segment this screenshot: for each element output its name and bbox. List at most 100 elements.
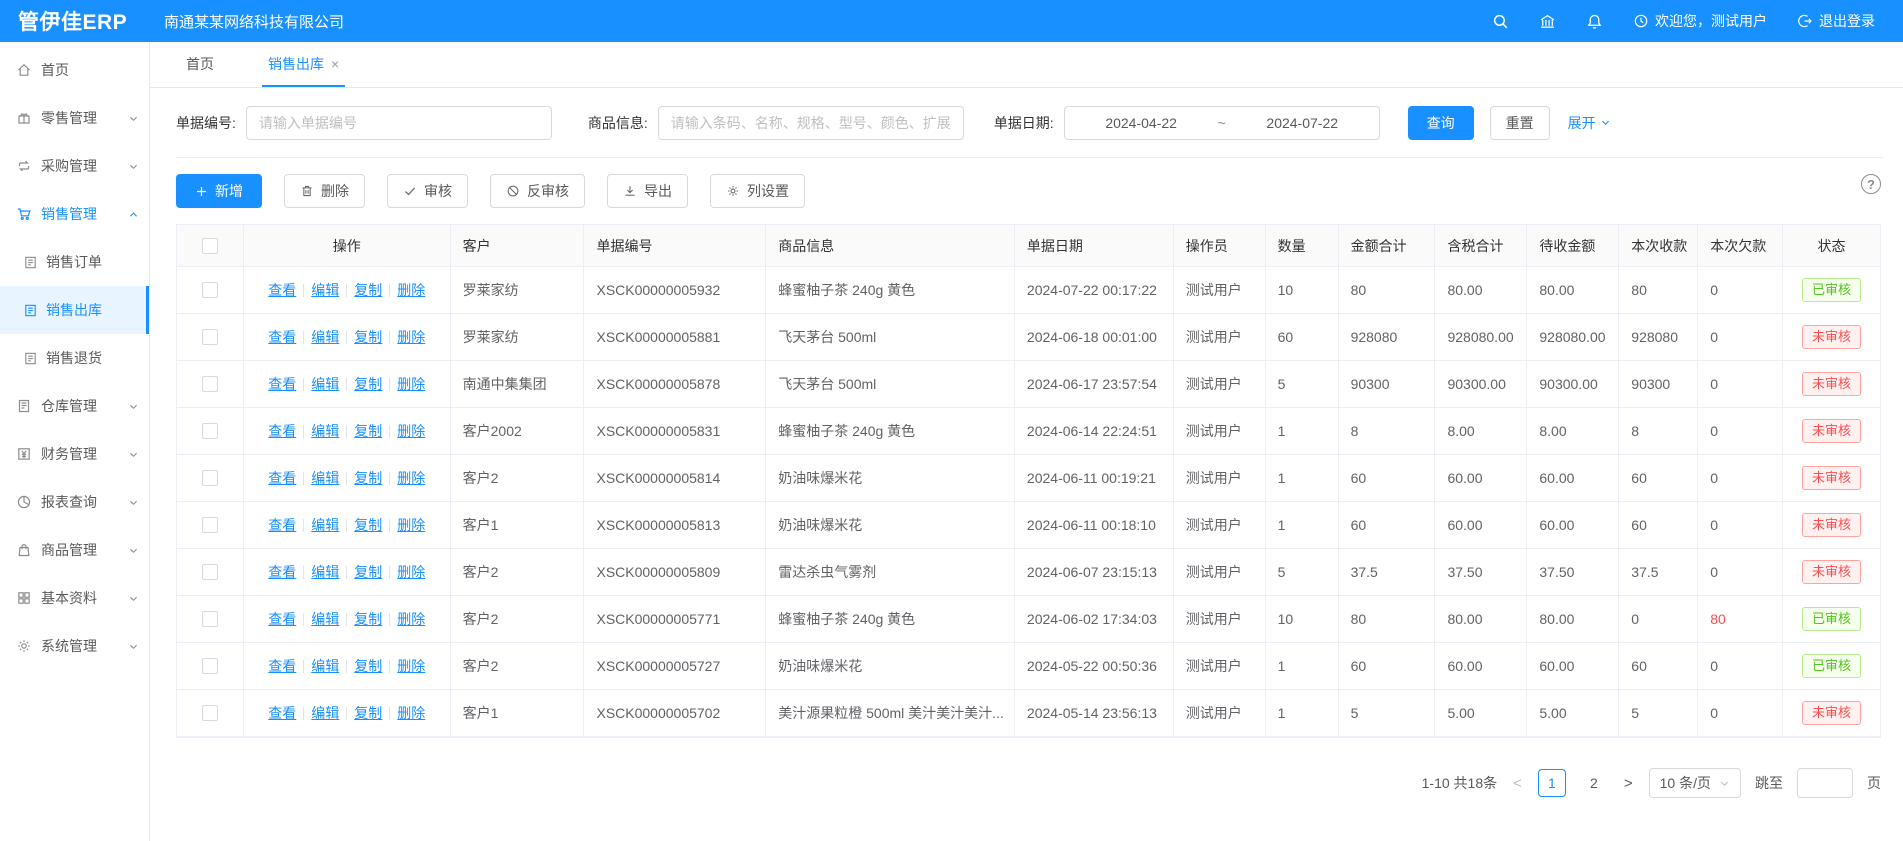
copy-link[interactable]: 复制 — [354, 515, 382, 535]
copy-link[interactable]: 复制 — [354, 703, 382, 723]
view-link[interactable]: 查看 — [268, 468, 296, 488]
tab-sales-outbound[interactable]: 销售出库 × — [262, 42, 345, 87]
sidebar-item-sales[interactable]: 销售管理 — [0, 190, 149, 238]
date-to[interactable]: 2024-07-22 — [1266, 115, 1338, 131]
edit-link[interactable]: 编辑 — [311, 562, 339, 582]
view-link[interactable]: 查看 — [268, 609, 296, 629]
add-button[interactable]: 新增 — [176, 174, 262, 208]
table-row: 查看 编辑 复制 删除 南通中集集团 XSCK00000005878 飞天茅台 … — [177, 361, 1880, 408]
sidebar-subitem-sales-outbound[interactable]: 销售出库 — [0, 286, 149, 334]
sidebar-subitem-sales-order[interactable]: 销售订单 — [0, 238, 149, 286]
delete-link[interactable]: 删除 — [397, 609, 425, 629]
edit-link[interactable]: 编辑 — [311, 421, 339, 441]
date-range-picker[interactable]: 2024-04-22 ~ 2024-07-22 — [1064, 106, 1380, 140]
row-checkbox[interactable] — [202, 611, 218, 627]
copy-link[interactable]: 复制 — [354, 421, 382, 441]
view-link[interactable]: 查看 — [268, 374, 296, 394]
sidebar-item-warehouse[interactable]: 仓库管理 — [0, 382, 149, 430]
row-checkbox[interactable] — [202, 705, 218, 721]
jump-page-input[interactable] — [1797, 768, 1853, 798]
unaudit-button[interactable]: 反审核 — [490, 174, 585, 208]
copy-link[interactable]: 复制 — [354, 280, 382, 300]
prev-page-icon[interactable]: < — [1511, 775, 1524, 792]
edit-link[interactable]: 编辑 — [311, 515, 339, 535]
edit-link[interactable]: 编辑 — [311, 327, 339, 347]
date-separator: ~ — [1218, 115, 1226, 131]
chevron-down-icon — [1600, 117, 1611, 128]
view-link[interactable]: 查看 — [268, 327, 296, 347]
delete-link[interactable]: 删除 — [397, 468, 425, 488]
user-welcome[interactable]: 欢迎您，测试用户 — [1633, 11, 1767, 31]
edit-link[interactable]: 编辑 — [311, 468, 339, 488]
page-size-select[interactable]: 10 条/页 — [1649, 768, 1741, 798]
sidebar-item-retail[interactable]: 零售管理 — [0, 94, 149, 142]
cell-operator: 测试用户 — [1174, 361, 1266, 407]
tab-home[interactable]: 首页 — [180, 42, 220, 87]
view-link[interactable]: 查看 — [268, 562, 296, 582]
expand-link[interactable]: 展开 — [1568, 113, 1611, 133]
sidebar-item-product[interactable]: 商品管理 — [0, 526, 149, 574]
row-checkbox[interactable] — [202, 658, 218, 674]
row-checkbox[interactable] — [202, 282, 218, 298]
row-checkbox[interactable] — [202, 470, 218, 486]
delete-link[interactable]: 删除 — [397, 327, 425, 347]
edit-link[interactable]: 编辑 — [311, 656, 339, 676]
delete-link[interactable]: 删除 — [397, 562, 425, 582]
page-1[interactable]: 1 — [1538, 769, 1566, 797]
row-checkbox[interactable] — [202, 376, 218, 392]
copy-link[interactable]: 复制 — [354, 562, 382, 582]
next-page-icon[interactable]: > — [1622, 775, 1635, 792]
page-2[interactable]: 2 — [1580, 769, 1608, 797]
logout-button[interactable]: 退出登录 — [1797, 11, 1875, 31]
row-checkbox[interactable] — [202, 517, 218, 533]
search-icon[interactable] — [1492, 13, 1509, 30]
search-button[interactable]: 查询 — [1408, 106, 1474, 140]
edit-link[interactable]: 编辑 — [311, 703, 339, 723]
row-checkbox[interactable] — [202, 564, 218, 580]
delete-button[interactable]: 删除 — [284, 174, 365, 208]
delete-link[interactable]: 删除 — [397, 515, 425, 535]
help-icon[interactable]: ? — [1861, 174, 1881, 194]
audit-button[interactable]: 审核 — [387, 174, 468, 208]
delete-link[interactable]: 删除 — [397, 280, 425, 300]
delete-link[interactable]: 删除 — [397, 374, 425, 394]
date-from[interactable]: 2024-04-22 — [1105, 115, 1177, 131]
edit-link[interactable]: 编辑 — [311, 609, 339, 629]
notification-bell-icon[interactable] — [1586, 13, 1603, 30]
edit-link[interactable]: 编辑 — [311, 280, 339, 300]
sidebar-subitem-sales-return[interactable]: 销售退货 — [0, 334, 149, 382]
table-row: 查看 编辑 复制 删除 罗莱家纺 XSCK00000005881 飞天茅台 50… — [177, 314, 1880, 361]
edit-link[interactable]: 编辑 — [311, 374, 339, 394]
select-all-checkbox[interactable] — [202, 238, 218, 254]
view-link[interactable]: 查看 — [268, 421, 296, 441]
view-link[interactable]: 查看 — [268, 703, 296, 723]
tab-close-icon[interactable]: × — [331, 56, 339, 72]
view-link[interactable]: 查看 — [268, 656, 296, 676]
sidebar-item-finance[interactable]: 财务管理 — [0, 430, 149, 478]
sidebar-item-basic-data[interactable]: 基本资料 — [0, 574, 149, 622]
delete-link[interactable]: 删除 — [397, 656, 425, 676]
row-checkbox[interactable] — [202, 329, 218, 345]
product-info-input[interactable] — [658, 106, 964, 140]
sidebar-item-home[interactable]: 首页 — [0, 46, 149, 94]
sidebar-item-purchase[interactable]: 采购管理 — [0, 142, 149, 190]
copy-link[interactable]: 复制 — [354, 656, 382, 676]
sidebar-item-report[interactable]: 报表查询 — [0, 478, 149, 526]
export-button[interactable]: 导出 — [607, 174, 688, 208]
row-checkbox[interactable] — [202, 423, 218, 439]
copy-link[interactable]: 复制 — [354, 374, 382, 394]
delete-link[interactable]: 删除 — [397, 421, 425, 441]
view-link[interactable]: 查看 — [268, 515, 296, 535]
sidebar-item-system[interactable]: 系统管理 — [0, 622, 149, 670]
reset-button[interactable]: 重置 — [1490, 106, 1550, 140]
cell-owed: 0 — [1698, 361, 1783, 407]
copy-link[interactable]: 复制 — [354, 468, 382, 488]
copy-link[interactable]: 复制 — [354, 327, 382, 347]
header-date: 单据日期 — [1015, 225, 1174, 266]
delete-link[interactable]: 删除 — [397, 703, 425, 723]
column-settings-button[interactable]: 列设置 — [710, 174, 805, 208]
bill-no-input[interactable] — [246, 106, 552, 140]
building-icon[interactable] — [1539, 13, 1556, 30]
copy-link[interactable]: 复制 — [354, 609, 382, 629]
view-link[interactable]: 查看 — [268, 280, 296, 300]
